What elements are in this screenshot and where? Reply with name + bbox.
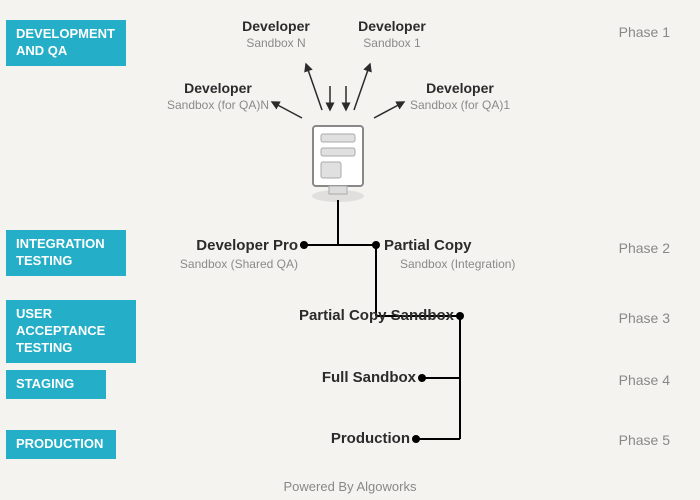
- partial-dot: [372, 241, 380, 249]
- prod-node-title: Production: [300, 430, 410, 447]
- partial-sub: Sandbox (Integration): [400, 257, 515, 271]
- staging-node-title: Full Sandbox: [300, 369, 416, 386]
- uat-node-title: Partial Copy Sandbox: [284, 307, 454, 324]
- devpro-sub: Sandbox (Shared QA): [168, 257, 298, 271]
- footer-credit: Powered By Algoworks: [0, 479, 700, 494]
- connector-lines: [0, 0, 700, 500]
- prod-dot: [412, 435, 420, 443]
- partial-title: Partial Copy: [384, 237, 472, 254]
- staging-dot: [418, 374, 426, 382]
- devpro-title: Developer Pro: [188, 237, 298, 254]
- uat-dot: [456, 312, 464, 320]
- devpro-dot: [300, 241, 308, 249]
